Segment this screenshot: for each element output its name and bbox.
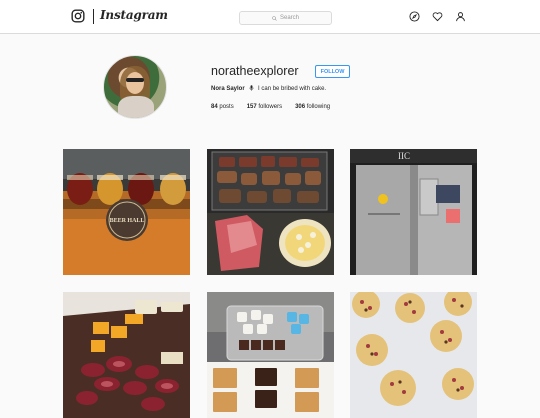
post-thumbnail-grilled-meats[interactable] [207, 149, 334, 275]
followers-stat[interactable]: 157 followers [247, 104, 282, 110]
instagram-glyph-icon[interactable] [71, 9, 85, 23]
profile-bio-text: I can be bribed with cake. [258, 86, 327, 92]
search-placeholder: Search [279, 15, 299, 21]
follow-button[interactable]: FOLLOW [315, 65, 350, 78]
posts-stat: 84 posts [211, 104, 234, 110]
beer-flight-photo: BEER HALL [63, 149, 190, 275]
smores-photo [207, 292, 334, 418]
following-label: following [306, 104, 331, 110]
post-thumbnail-smores[interactable] [207, 292, 334, 418]
beer-hall-caption: BEER HALL [110, 218, 145, 224]
following-count: 306 [295, 104, 306, 110]
post-thumbnail-hospital-doors[interactable]: IIC [350, 149, 477, 275]
following-stat[interactable]: 306 following [295, 104, 330, 110]
profile-avatar[interactable] [103, 55, 167, 119]
grilled-meats-photo [207, 149, 334, 275]
profile-bio: Nora Saylor I can be bribed with cake. [211, 85, 326, 92]
hospital-sign-caption: IIC [398, 151, 410, 161]
search-input[interactable]: Search [239, 11, 332, 25]
compass-icon[interactable] [409, 11, 420, 22]
top-bar: Instagram Search [0, 0, 540, 34]
logo-divider [93, 9, 94, 24]
followers-label: followers [258, 104, 283, 110]
posts-label: posts [219, 104, 234, 110]
profile-username: noratheexplorer [211, 64, 299, 78]
profile-full-name: Nora Saylor [211, 86, 245, 92]
person-icon[interactable] [455, 11, 466, 22]
instagram-wordmark[interactable]: Instagram [100, 8, 168, 22]
post-thumbnail-cookies[interactable] [350, 292, 477, 418]
post-thumbnail-beer-flight[interactable]: BEER HALL [63, 149, 190, 275]
cheese-board-photo [63, 292, 190, 418]
cookies-photo [350, 292, 477, 418]
heart-icon[interactable] [432, 11, 443, 22]
search-icon [272, 15, 277, 21]
followers-count: 157 [246, 104, 257, 110]
posts-count: 84 [211, 104, 218, 110]
microphone-icon [249, 85, 254, 91]
post-thumbnail-cheese-board[interactable] [63, 292, 190, 418]
hospital-doors-photo: IIC [350, 149, 477, 275]
profile-stats: 84 posts 157 followers 306 following [211, 104, 330, 110]
